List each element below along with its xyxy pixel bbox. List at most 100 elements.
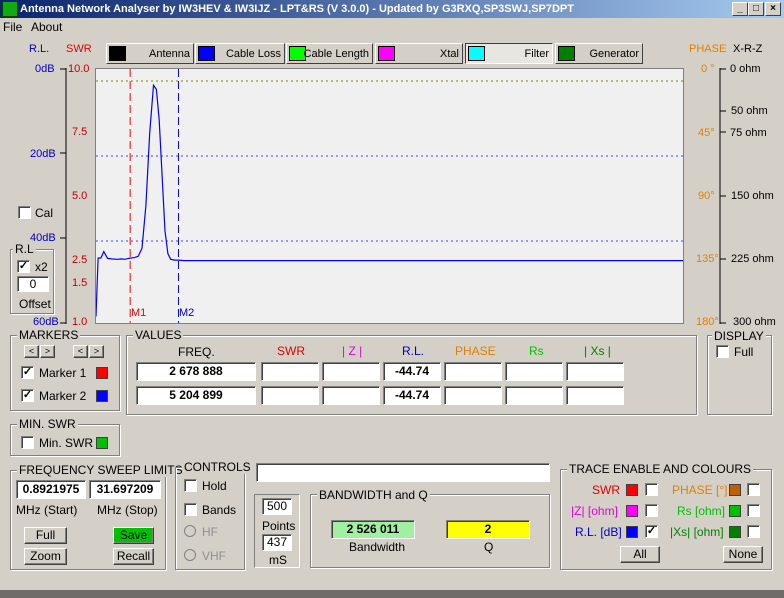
trace-z-checkbox[interactable] xyxy=(645,504,658,517)
menu-bar: File About xyxy=(0,18,784,36)
vhf-radio[interactable] xyxy=(184,549,196,561)
hold-label: Hold xyxy=(202,479,227,493)
trace-rs-color[interactable] xyxy=(729,505,741,517)
marker2-color-swatch[interactable] xyxy=(96,390,108,402)
z-header: | Z | xyxy=(342,344,363,358)
offset-label: Offset xyxy=(19,297,51,311)
generator-icon xyxy=(558,46,575,61)
values-group-label: VALUES xyxy=(133,328,184,342)
trace-rl-label: R.L. [dB] xyxy=(575,525,622,539)
bandwidth-value: 2 526 011 xyxy=(331,520,415,539)
phase-tick: 90° xyxy=(698,190,715,202)
menu-file[interactable]: File xyxy=(3,20,22,34)
ohm-tick: 225 ohm xyxy=(731,253,774,265)
swr-value-2 xyxy=(261,386,319,405)
x2-label: x2 xyxy=(35,260,48,274)
swr-tick: 10.0 xyxy=(68,63,90,75)
swr-header: SWR xyxy=(277,344,305,358)
display-full-label: Full xyxy=(734,345,754,359)
trace-z-label: |Z| [ohm] xyxy=(571,504,618,518)
q-label: Q xyxy=(484,540,494,554)
trace-rl-color[interactable] xyxy=(626,526,638,538)
ohm-tick: 150 ohm xyxy=(731,190,774,202)
bandwidth-label: Bandwidth xyxy=(349,540,406,554)
status-field xyxy=(256,463,550,482)
ms-label: mS xyxy=(269,553,287,567)
cal-checkbox[interactable] xyxy=(18,206,31,219)
minimize-button[interactable]: _ xyxy=(732,2,748,16)
points-input[interactable]: 500 xyxy=(262,498,292,515)
trace-rs-checkbox[interactable] xyxy=(747,504,760,517)
trace-z-color[interactable] xyxy=(626,505,638,517)
ms-input[interactable]: 437 xyxy=(262,534,292,551)
offset-input[interactable]: 0 xyxy=(17,276,49,292)
trace-swr-color[interactable] xyxy=(626,484,638,496)
rl-tick: 0dB xyxy=(35,63,55,75)
trace-group-label: TRACE ENABLE AND COLOURS xyxy=(567,462,754,476)
trace-none-button[interactable]: None xyxy=(723,546,763,563)
trace-xs-color[interactable] xyxy=(729,526,741,538)
marker-2-label: M2 xyxy=(179,307,195,319)
ohm-tick: 75 ohm xyxy=(730,127,767,139)
sweep-full-button[interactable]: Full xyxy=(24,527,67,544)
trace-phase-color[interactable] xyxy=(729,484,741,496)
x2-checkbox[interactable]: ✓ xyxy=(17,260,30,273)
min-swr-checkbox[interactable] xyxy=(21,436,34,449)
marker1-left-button[interactable]: < xyxy=(24,345,39,358)
right-axis-ruler xyxy=(719,68,726,324)
tab-antenna[interactable]: Antenna xyxy=(106,43,194,64)
tab-generator[interactable]: Generator xyxy=(555,43,643,64)
sweep-stop-input[interactable]: 31.697209 xyxy=(89,480,161,499)
marker2-left-button[interactable]: < xyxy=(73,345,88,358)
title-bar: Antenna Network Analyser by IW3HEV & IW3… xyxy=(0,0,784,18)
trace-phase-checkbox[interactable] xyxy=(747,483,760,496)
tab-cable-loss[interactable]: Cable Loss xyxy=(195,43,285,64)
bandwidth-group-label: BANDWIDTH and Q xyxy=(317,488,430,502)
trace-swr-checkbox[interactable] xyxy=(645,483,658,496)
tab-xtal[interactable]: Xtal xyxy=(375,43,463,64)
sweep-zoom-button[interactable]: Zoom xyxy=(24,548,67,565)
close-button[interactable]: × xyxy=(765,2,781,16)
tab-filter[interactable]: Filter xyxy=(465,43,553,64)
tab-cable-length[interactable]: Cable Length xyxy=(286,43,373,64)
markers-group-label: MARKERS xyxy=(17,328,81,342)
rl-chart[interactable] xyxy=(95,68,684,324)
tab-label: Filter xyxy=(524,48,549,60)
xs-header: | Xs | xyxy=(584,344,611,358)
marker-1-label: M1 xyxy=(131,307,147,319)
display-full-checkbox[interactable] xyxy=(716,345,729,358)
marker1-checkbox[interactable]: ✓ xyxy=(21,366,34,379)
points-label: Points xyxy=(262,519,296,533)
marker2-checkbox[interactable]: ✓ xyxy=(21,389,34,402)
marker1-right-button[interactable]: > xyxy=(40,345,55,358)
xrz-axis-header: X-R-Z xyxy=(733,43,763,55)
trace-xs-checkbox[interactable] xyxy=(747,525,760,538)
sweep-start-input[interactable]: 0.8921975 xyxy=(16,480,86,499)
swr-tick: 2.5 xyxy=(72,254,88,266)
tab-label: Xtal xyxy=(440,48,459,60)
min-swr-label: Min. SWR xyxy=(39,436,93,450)
vhf-label: VHF xyxy=(202,549,226,563)
trace-all-button[interactable]: All xyxy=(620,546,660,563)
min-swr-color-swatch[interactable] xyxy=(96,437,108,449)
phase-axis-header: PHASE xyxy=(689,43,727,55)
marker2-right-button[interactable]: > xyxy=(89,345,104,358)
hold-checkbox[interactable] xyxy=(184,479,197,492)
ohm-tick: 0 ohm xyxy=(730,63,761,75)
xs-value-1 xyxy=(566,362,624,381)
menu-about[interactable]: About xyxy=(31,20,62,34)
marker1-color-swatch[interactable] xyxy=(96,367,108,379)
hf-radio[interactable] xyxy=(184,525,196,537)
maximize-button[interactable]: □ xyxy=(748,2,764,16)
controls-group-label: CONTROLS xyxy=(182,460,253,474)
sweep-recall-button[interactable]: Recall xyxy=(113,548,154,565)
swr-tick: 1.5 xyxy=(72,277,88,289)
sweep-save-button[interactable]: Save xyxy=(113,527,154,544)
swr-value-1 xyxy=(261,362,319,381)
antenna-icon xyxy=(109,46,126,61)
trace-rl-checkbox[interactable]: ✓ xyxy=(645,525,658,538)
rl-group-label: R.L xyxy=(13,242,36,256)
phase-tick: 135° xyxy=(696,253,719,265)
sweep-group-label: FREQUENCY SWEEP LIMITS xyxy=(17,463,185,477)
bands-checkbox[interactable] xyxy=(184,503,197,516)
